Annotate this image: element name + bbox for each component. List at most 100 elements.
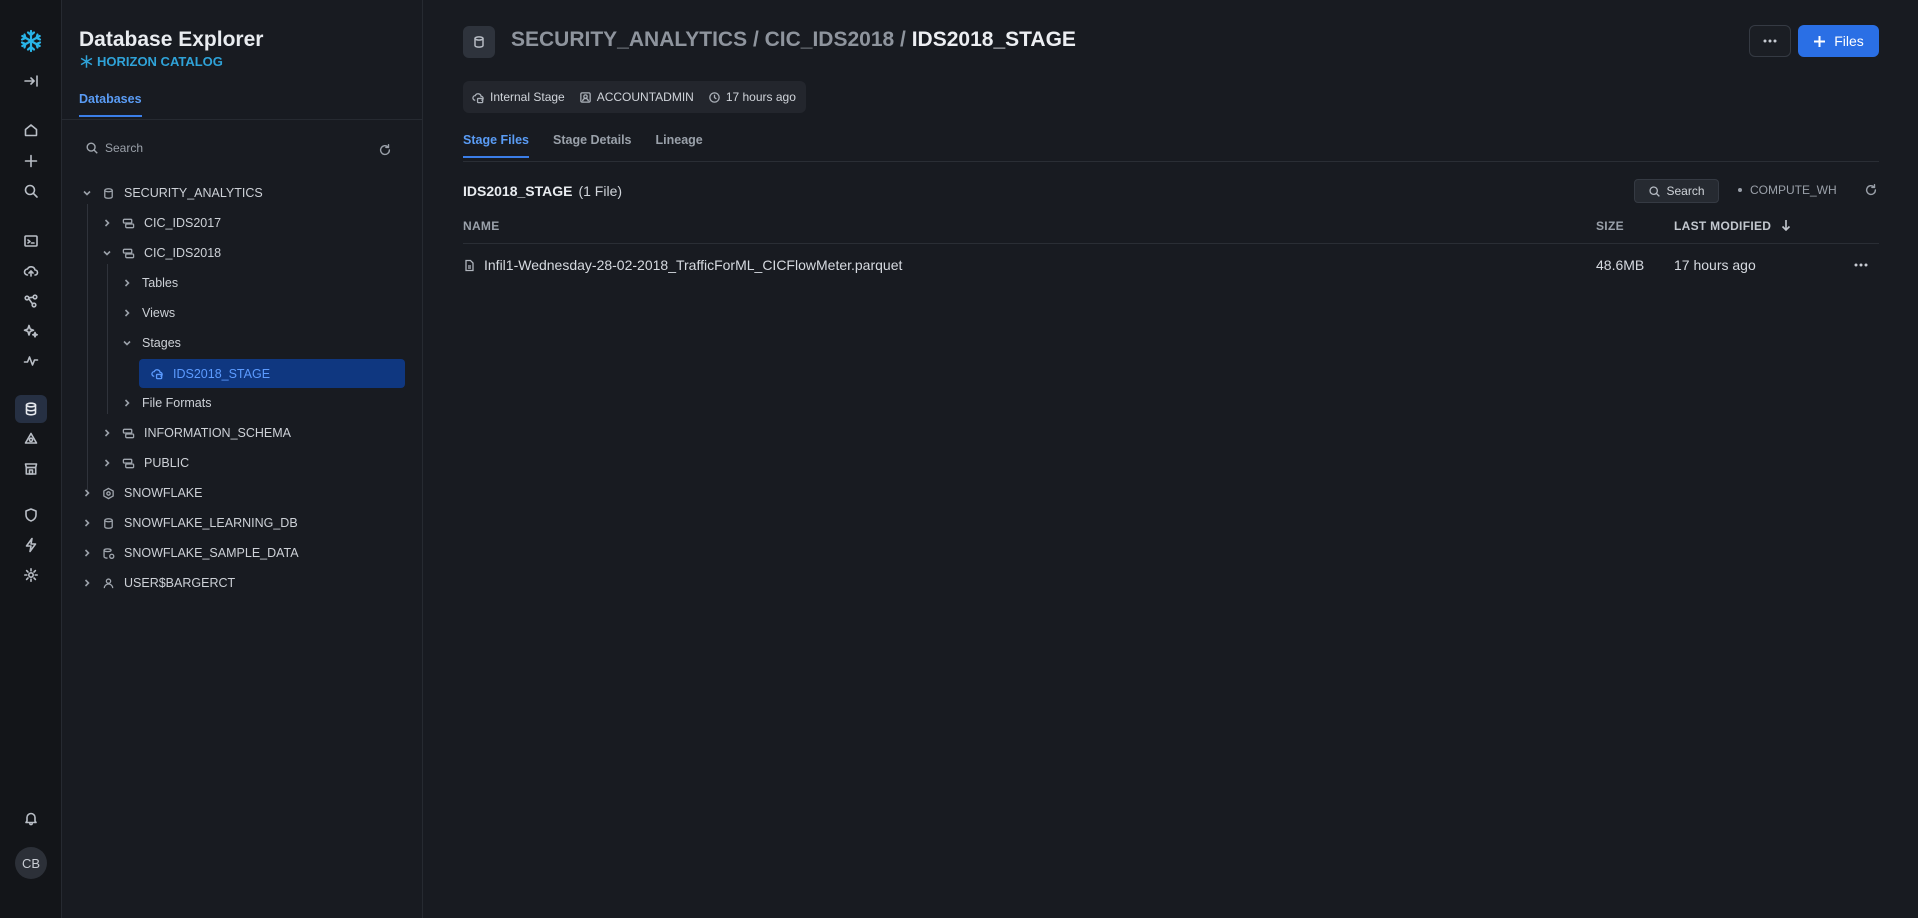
- worksheets-icon[interactable]: [15, 228, 47, 254]
- tree-item-views[interactable]: Views: [122, 302, 175, 324]
- breadcrumb-current-stage: IDS2018_STAGE: [911, 28, 1076, 51]
- tree-item-label: SNOWFLAKE_LEARNING_DB: [124, 516, 298, 530]
- monitoring-icon[interactable]: [15, 348, 47, 374]
- column-header-last-modified[interactable]: LAST MODIFIED: [1674, 219, 1791, 233]
- warehouse-status-dot: [1738, 188, 1742, 192]
- files-refresh-icon[interactable]: [1864, 183, 1880, 199]
- tab-stage-files[interactable]: Stage Files: [463, 133, 529, 158]
- tree-guide: [87, 204, 88, 494]
- chevron-right-icon[interactable]: [102, 457, 114, 469]
- tree-item-security-analytics[interactable]: SECURITY_ANALYTICS: [82, 182, 263, 204]
- breadcrumb-database[interactable]: SECURITY_ANALYTICS: [511, 28, 747, 51]
- settings-gear-icon[interactable]: [15, 562, 47, 588]
- chevron-down-icon[interactable]: [122, 337, 134, 349]
- shared-db-icon: [102, 546, 116, 560]
- icon-rail: CB: [0, 0, 62, 918]
- chevron-right-icon[interactable]: [82, 517, 94, 529]
- tree-item-label: File Formats: [142, 396, 212, 410]
- tree-item-cic-ids2018[interactable]: CIC_IDS2018: [102, 242, 221, 264]
- chevron-right-icon[interactable]: [122, 277, 134, 289]
- home-icon[interactable]: [15, 117, 47, 143]
- tree-item-user-bargerct[interactable]: USER$BARGERCT: [82, 572, 235, 594]
- breadcrumb-separator: /: [894, 28, 912, 51]
- chevron-right-icon[interactable]: [122, 397, 134, 409]
- role-icon: [579, 91, 591, 103]
- chevron-right-icon[interactable]: [122, 307, 134, 319]
- notifications-bell-icon[interactable]: [15, 805, 47, 831]
- column-header-last-modified-label: LAST MODIFIED: [1674, 219, 1772, 233]
- chevron-right-icon[interactable]: [82, 547, 94, 559]
- chevron-down-icon[interactable]: [102, 247, 114, 259]
- sort-down-arrow-icon: [1781, 220, 1790, 232]
- search-icon[interactable]: [15, 178, 47, 204]
- tree-item-label: USER$BARGERCT: [124, 576, 236, 590]
- tree-item-label: Views: [142, 306, 176, 320]
- schema-icon: [122, 456, 136, 470]
- more-options-button[interactable]: [1749, 25, 1791, 57]
- stage-header-icon: [463, 26, 495, 58]
- tree-item-label: IDS2018_STAGE: [173, 366, 271, 381]
- snowflake-logo-icon[interactable]: [15, 28, 47, 54]
- database-icon[interactable]: [15, 395, 47, 423]
- tab-stage-details[interactable]: Stage Details: [553, 133, 632, 158]
- tree-item-public[interactable]: PUBLIC: [102, 452, 189, 474]
- chevron-right-icon[interactable]: [102, 217, 114, 229]
- tree-item-snowflake[interactable]: SNOWFLAKE: [82, 482, 203, 504]
- explorer-search-input[interactable]: Search: [85, 141, 143, 155]
- file-last-modified: 17 hours ago: [1674, 257, 1756, 273]
- user-avatar[interactable]: CB: [15, 847, 47, 879]
- tree-guide: [107, 264, 108, 414]
- data-sharing-icon[interactable]: [15, 426, 47, 452]
- file-size: 48.6MB: [1596, 257, 1645, 273]
- chevron-down-icon[interactable]: [82, 187, 94, 199]
- explorer-search-placeholder: Search: [105, 141, 144, 155]
- column-header-name[interactable]: NAME: [463, 219, 500, 233]
- tree-item-cic-ids2017[interactable]: CIC_IDS2017: [102, 212, 221, 234]
- tab-databases[interactable]: Databases: [79, 92, 142, 117]
- tab-lineage[interactable]: Lineage: [656, 133, 703, 158]
- file-icon: [465, 259, 474, 271]
- file-count: (1 File): [578, 183, 623, 199]
- chevron-right-icon[interactable]: [102, 427, 114, 439]
- tree-item-stages[interactable]: Stages: [122, 332, 181, 354]
- data-upload-icon[interactable]: [15, 258, 47, 284]
- tree-item-ids2018-stage[interactable]: IDS2018_STAGE: [139, 359, 405, 388]
- breadcrumb-schema[interactable]: CIC_IDS2018: [765, 28, 895, 51]
- column-header-size[interactable]: SIZE: [1596, 219, 1624, 233]
- bolt-icon[interactable]: [15, 532, 47, 558]
- tree-item-file-formats[interactable]: File Formats: [122, 392, 211, 414]
- add-files-button[interactable]: Files: [1798, 25, 1879, 57]
- tree-item-label: INFORMATION_SCHEMA: [144, 426, 291, 440]
- tree-item-tables[interactable]: Tables: [122, 272, 178, 294]
- clock-icon: [709, 91, 720, 103]
- plus-icon[interactable]: [15, 148, 47, 174]
- stage-meta-bar: Internal Stage ACCOUNTADMIN 17 hours ago: [463, 81, 806, 113]
- tree-item-snowflake-sample-data[interactable]: SNOWFLAKE_SAMPLE_DATA: [82, 542, 299, 564]
- stage-tabs: Stage Files Stage Details Lineage: [463, 133, 703, 158]
- tree-item-information-schema[interactable]: INFORMATION_SCHEMA: [102, 422, 291, 444]
- stage-files-title: IDS2018_STAGE (1 File): [463, 183, 622, 199]
- governance-shield-icon[interactable]: [15, 502, 47, 528]
- tree-item-label: Tables: [142, 276, 179, 290]
- graph-icon[interactable]: [15, 288, 47, 314]
- collapse-sidebar-icon[interactable]: [15, 68, 47, 94]
- search-icon: [86, 142, 98, 154]
- chevron-right-icon[interactable]: [82, 577, 94, 589]
- database-explorer-panel: Database Explorer HORIZON CATALOG Databa…: [62, 0, 423, 918]
- files-search-label: Search: [1666, 184, 1705, 198]
- schema-icon: [122, 426, 136, 440]
- breadcrumb-separator: /: [747, 28, 765, 51]
- breadcrumb: SECURITY_ANALYTICS / CIC_IDS2018 / IDS20…: [511, 28, 1076, 52]
- ai-icon[interactable]: [15, 318, 47, 344]
- warehouse-selector[interactable]: COMPUTE_WH: [1738, 183, 1837, 197]
- marketplace-icon[interactable]: [15, 456, 47, 482]
- files-search-button[interactable]: Search: [1634, 179, 1719, 203]
- explorer-refresh-icon[interactable]: [378, 143, 394, 159]
- stage-files-name: IDS2018_STAGE: [463, 183, 573, 199]
- plus-icon: [1814, 35, 1826, 47]
- chevron-right-icon[interactable]: [82, 487, 94, 499]
- row-more-options-button[interactable]: [1851, 263, 1871, 267]
- tree-item-snowflake-learning-db[interactable]: SNOWFLAKE_LEARNING_DB: [82, 512, 298, 534]
- table-row[interactable]: Infil1-Wednesday-28-02-2018_TrafficForML…: [463, 250, 1879, 280]
- schema-icon: [122, 216, 136, 230]
